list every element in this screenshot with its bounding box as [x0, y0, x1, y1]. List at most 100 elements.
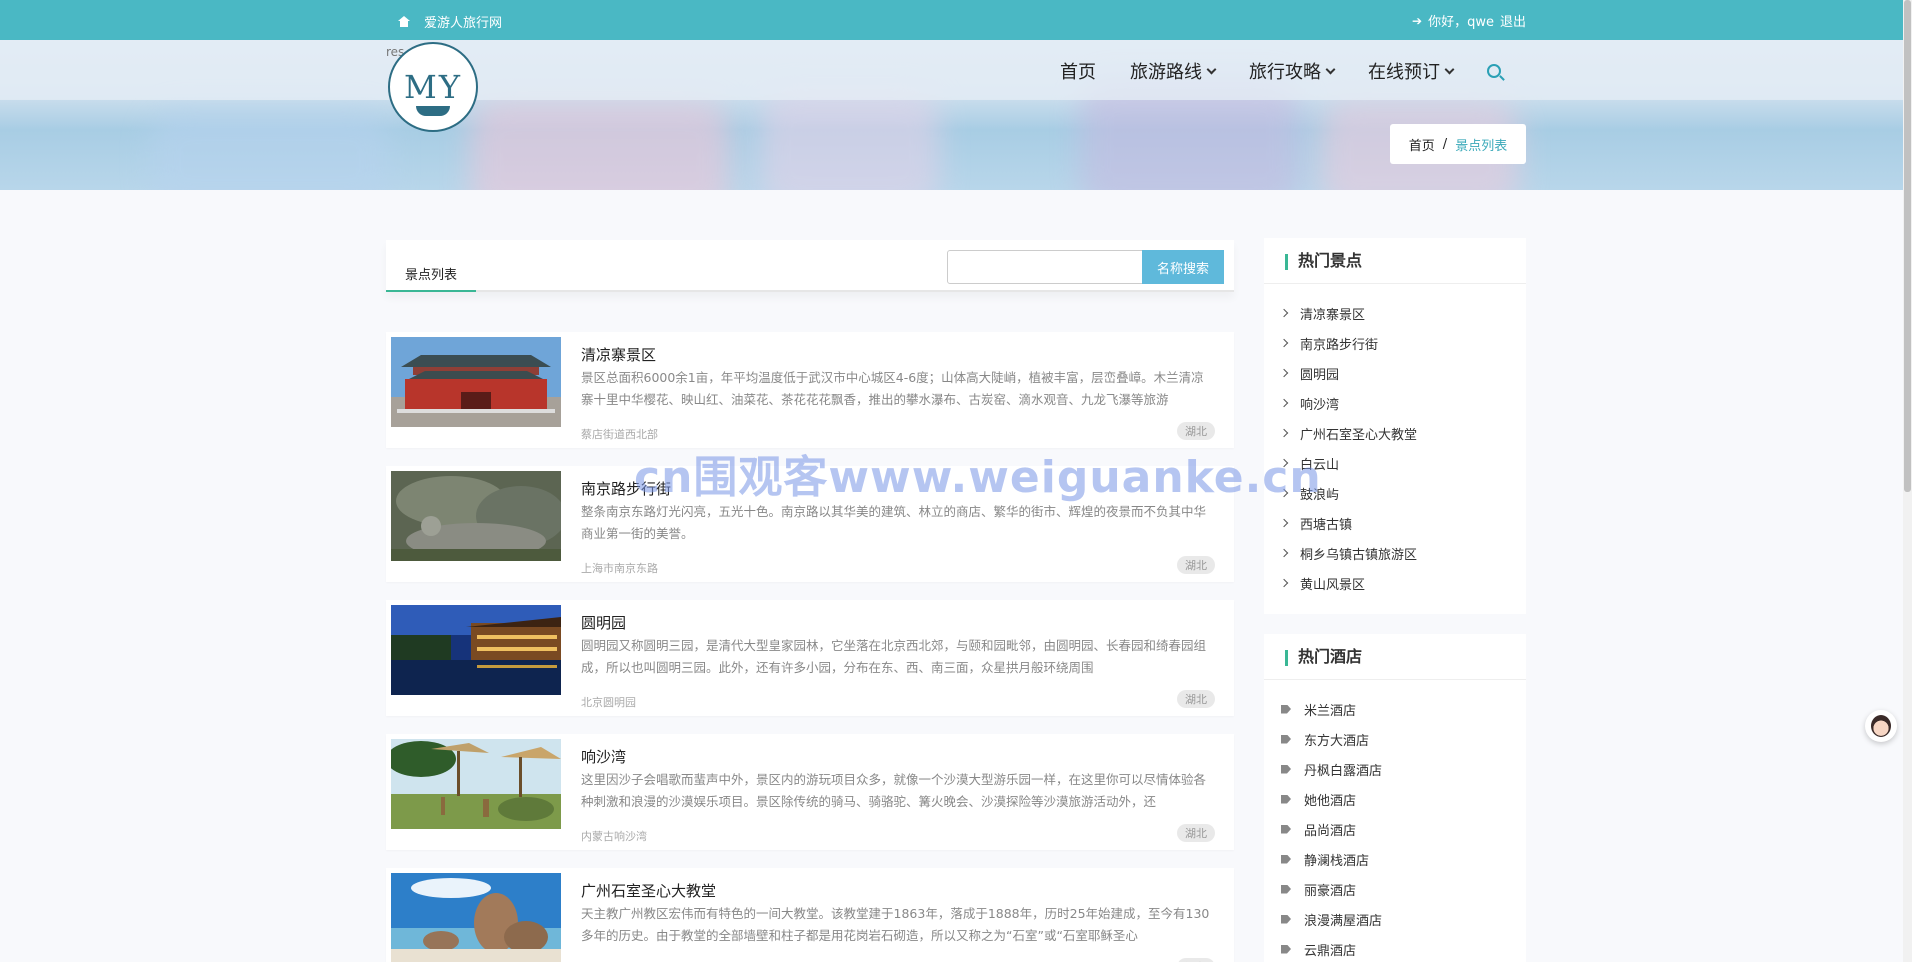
chevron-right-icon	[1279, 338, 1289, 348]
spot-thumbnail[interactable]	[391, 873, 561, 962]
province-badge: 湖北	[1177, 690, 1215, 708]
hot-spot-item[interactable]: 黄山风景区	[1264, 568, 1526, 598]
chevron-right-icon	[1279, 428, 1289, 438]
nav-booking[interactable]: 在线预订	[1368, 58, 1455, 84]
search-input[interactable]	[947, 250, 1143, 284]
hot-hotel-item[interactable]: 浪漫满屋酒店	[1264, 904, 1526, 934]
hot-hotel-item[interactable]: 云鼎酒店	[1264, 934, 1526, 962]
spot-list-section: 景点列表 名称搜索 清凉寨景区 景区总面积6000余1亩，年平均温度低于武汉市中…	[386, 240, 1234, 962]
hot-spots-title: 热门景点	[1264, 238, 1526, 284]
search-icon[interactable]	[1487, 64, 1501, 78]
hot-spot-label: 黄山风景区	[1300, 577, 1366, 593]
spot-title[interactable]: 圆明园	[581, 612, 626, 633]
hot-hotel-item[interactable]: 静澜栈酒店	[1264, 844, 1526, 874]
nav-strip	[0, 40, 1903, 100]
spot-title[interactable]: 响沙湾	[581, 746, 626, 767]
user-area: ➔ 你好，qwe 退出	[1412, 11, 1526, 31]
nav-routes[interactable]: 旅游路线	[1130, 58, 1217, 84]
banner-decoration	[150, 110, 390, 190]
hot-hotel-label: 静澜栈酒店	[1304, 853, 1370, 869]
chevron-right-icon	[1279, 398, 1289, 408]
breadcrumb-current: 景点列表	[1455, 138, 1508, 154]
hot-hotels-panel: 热门酒店 米兰酒店 东方大酒店 丹枫白露酒店 她他酒店 品尚酒店 静澜栈酒店 丽…	[1264, 634, 1526, 962]
hot-spot-label: 广州石室圣心大教堂	[1300, 427, 1418, 443]
list-item[interactable]: 响沙湾 这里因沙子会唱歌而蜚声中外，景区内的游玩项目众多，就像一个沙漠大型游乐园…	[386, 734, 1234, 850]
hot-hotel-label: 浪漫满屋酒店	[1304, 913, 1383, 929]
home-icon	[398, 16, 410, 27]
hot-spot-label: 桐乡乌镇古镇旅游区	[1300, 547, 1418, 563]
spot-address: 内蒙古响沙湾	[581, 830, 647, 843]
hot-hotel-label: 品尚酒店	[1304, 823, 1357, 839]
site-logo[interactable]: MY	[388, 42, 478, 132]
spot-thumbnail[interactable]	[391, 337, 561, 427]
list-item[interactable]: 清凉寨景区 景区总面积6000余1亩，年平均温度低于武汉市中心城区4-6度；山体…	[386, 332, 1234, 448]
top-bar: 爱游人旅行网 ➔ 你好，qwe 退出	[0, 0, 1903, 40]
tag-icon	[1281, 734, 1291, 744]
hot-spot-item[interactable]: 清凉寨景区	[1264, 298, 1526, 328]
hot-spot-label: 西塘古镇	[1300, 517, 1353, 533]
site-brand[interactable]: 爱游人旅行网	[398, 12, 502, 31]
spot-title[interactable]: 广州石室圣心大教堂	[581, 880, 716, 901]
spot-title[interactable]: 清凉寨景区	[581, 344, 656, 365]
nav-booking-label: 在线预订	[1368, 62, 1440, 83]
logo-wave-icon	[416, 106, 450, 116]
province-badge: 湖北	[1177, 958, 1215, 962]
hot-hotel-item[interactable]: 东方大酒店	[1264, 724, 1526, 754]
logo-text: MY	[404, 68, 462, 106]
breadcrumb-home[interactable]: 首页	[1409, 135, 1435, 154]
province-badge: 湖北	[1177, 556, 1215, 574]
sign-in-icon: ➔	[1412, 13, 1423, 28]
watermark: cn围观客www.weiguanke.cn	[634, 452, 1322, 503]
tag-icon	[1281, 914, 1291, 924]
user-greeting[interactable]: 你好，qwe	[1428, 11, 1494, 30]
nav-home[interactable]: 首页	[1060, 58, 1096, 84]
tag-icon	[1281, 884, 1291, 894]
hot-hotel-label: 米兰酒店	[1304, 703, 1357, 719]
tag-icon	[1281, 794, 1291, 804]
chevron-down-icon	[1206, 64, 1217, 74]
hot-hotel-label: 丹枫白露酒店	[1304, 763, 1383, 779]
hot-spot-item[interactable]: 南京路步行街	[1264, 328, 1526, 358]
main-nav: 首页 旅游路线 旅行攻略 在线预订	[1060, 58, 1501, 84]
tag-icon	[1281, 944, 1291, 954]
hot-hotel-item[interactable]: 她他酒店	[1264, 784, 1526, 814]
spot-description: 圆明园又称圆明三园，是清代大型皇家园林，它坐落在北京西北郊，与颐和园毗邻，由圆明…	[581, 638, 1207, 675]
hot-spot-item[interactable]: 西塘古镇	[1264, 508, 1526, 538]
hot-hotel-label: 她他酒店	[1304, 793, 1357, 809]
nav-home-label: 首页	[1060, 62, 1096, 83]
spot-address: 北京圆明园	[581, 696, 636, 709]
spot-address: 上海市南京东路	[581, 562, 658, 575]
hot-hotel-item[interactable]: 米兰酒店	[1264, 694, 1526, 724]
spot-description: 天主教广州教区宏伟而有特色的一间大教堂。该教堂建于1863年，落成于1888年，…	[581, 906, 1210, 943]
hot-spot-label: 清凉寨景区	[1300, 307, 1366, 323]
site-name[interactable]: 爱游人旅行网	[424, 12, 502, 31]
breadcrumb: 首页 / 景点列表	[1390, 124, 1526, 164]
hot-hotel-label: 云鼎酒店	[1304, 943, 1357, 959]
chevron-right-icon	[1279, 578, 1289, 588]
hot-hotel-item[interactable]: 丽豪酒店	[1264, 874, 1526, 904]
breadcrumb-separator: /	[1442, 136, 1448, 152]
logout-link[interactable]: 退出	[1500, 11, 1526, 30]
hot-spot-item[interactable]: 圆明园	[1264, 358, 1526, 388]
hot-hotel-item[interactable]: 品尚酒店	[1264, 814, 1526, 844]
list-item[interactable]: 圆明园 圆明园又称圆明三园，是清代大型皇家园林，它坐落在北京西北郊，与颐和园毗邻…	[386, 600, 1234, 716]
spot-thumbnail[interactable]	[391, 739, 561, 829]
name-search-button[interactable]: 名称搜索	[1142, 250, 1224, 284]
hot-hotel-item[interactable]: 丹枫白露酒店	[1264, 754, 1526, 784]
list-item[interactable]: 广州石室圣心大教堂 天主教广州教区宏伟而有特色的一间大教堂。该教堂建于1863年…	[386, 868, 1234, 962]
avatar-face-icon	[1871, 715, 1891, 737]
tab-spot-list[interactable]: 景点列表	[386, 256, 476, 292]
tag-icon	[1281, 824, 1291, 834]
chevron-down-icon	[1325, 64, 1336, 74]
spot-thumbnail[interactable]	[391, 605, 561, 695]
nav-routes-label: 旅游路线	[1130, 62, 1202, 83]
province-badge: 湖北	[1177, 422, 1215, 440]
hot-spot-item[interactable]: 桐乡乌镇古镇旅游区	[1264, 538, 1526, 568]
scrollbar-thumb[interactable]	[1904, 0, 1911, 492]
spot-thumbnail[interactable]	[391, 471, 561, 561]
support-avatar-button[interactable]	[1865, 710, 1897, 742]
hot-spot-item[interactable]: 响沙湾	[1264, 388, 1526, 418]
header-banner: res MY 首页 旅游路线 旅行攻略 在线预订 首页 / 景点列表	[0, 40, 1903, 190]
hot-spot-label: 圆明园	[1300, 367, 1340, 383]
nav-guides[interactable]: 旅行攻略	[1249, 58, 1336, 84]
